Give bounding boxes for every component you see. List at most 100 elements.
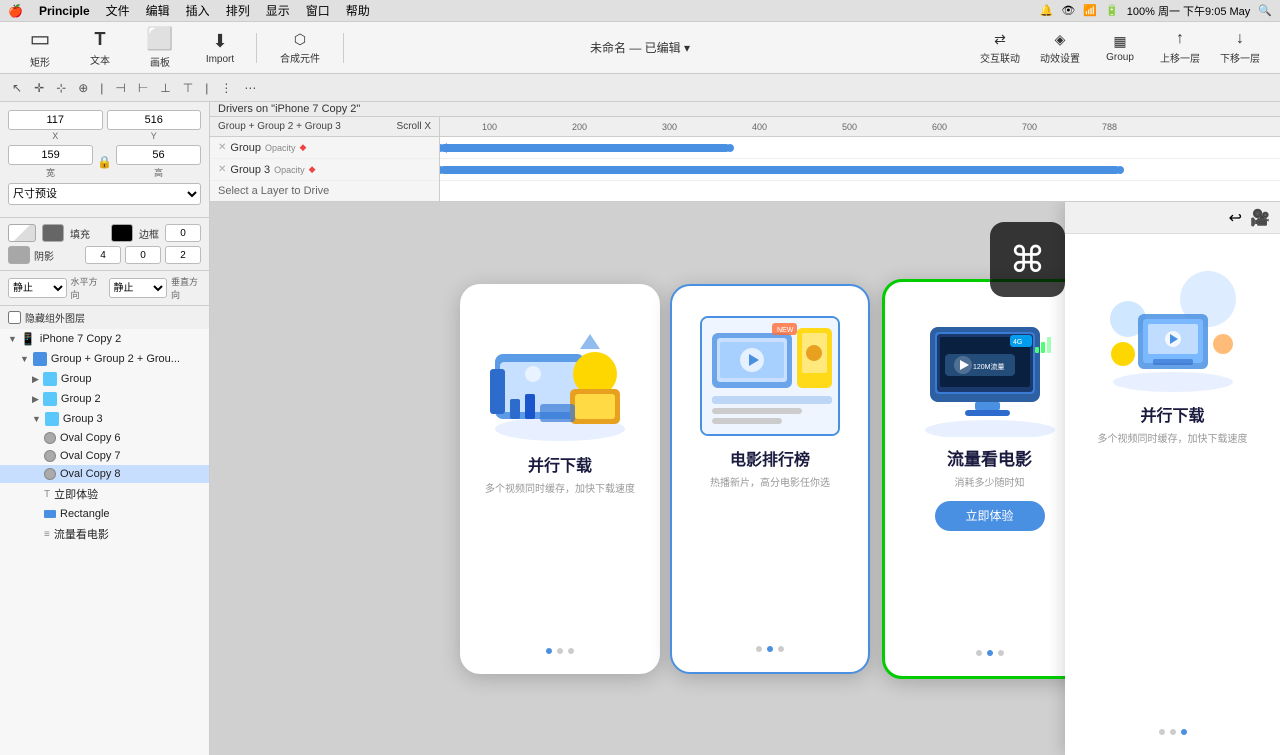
properties-section: X Y 宽 🔒 高 (0, 102, 209, 218)
dot1-2 (557, 648, 563, 654)
folder-icon-blue (33, 352, 47, 366)
layer-item-oval7[interactable]: Oval Copy 7 (0, 447, 209, 465)
align-section: 静止 水平方向 静止 垂直方向 (0, 271, 209, 306)
layer-item-oval8[interactable]: Oval Copy 8 (0, 465, 209, 483)
layer-item-rectangle[interactable]: Rectangle (0, 505, 209, 523)
menu-file[interactable]: 文件 (106, 2, 130, 19)
toolbar-rect[interactable]: ▭ 矩形 (12, 26, 68, 70)
media-swatch[interactable] (42, 224, 64, 242)
layer-item-group3[interactable]: ▼ Group 3 (0, 409, 209, 429)
float-undo-btn[interactable]: ↩ (1229, 208, 1242, 228)
subtool-align2[interactable]: ⊢ (134, 79, 152, 97)
timeline-left: Group + Group 2 + Group 3 Scroll X ✕ Gro… (210, 117, 440, 201)
dot2-1 (756, 646, 762, 652)
subtool-align4[interactable]: ⊤ (179, 79, 197, 97)
menu-display[interactable]: 显示 (266, 2, 290, 19)
expand-group2: ▶ (32, 394, 39, 405)
height-input[interactable] (116, 145, 201, 165)
subtool-anchor2[interactable]: ⊕ (74, 79, 92, 97)
card3-subtitle: 消耗多少随时知 (955, 474, 1025, 489)
size-preset-select[interactable]: 尺寸预设 (8, 183, 201, 205)
align-v-select[interactable]: 静止 (109, 278, 168, 298)
subtool-dist1[interactable]: ⋮ (216, 79, 236, 97)
border-label: 边框 (139, 226, 159, 241)
layer-item-liuliang[interactable]: ≡ 流量看电影 (0, 523, 209, 545)
subtool-move[interactable]: ✛ (30, 79, 48, 97)
track-group-name: Group (230, 142, 261, 154)
app-name[interactable]: Principle (39, 4, 90, 18)
toolbar-move-down[interactable]: ↓ 下移一层 (1212, 26, 1268, 70)
align-h-select[interactable]: 静止 (8, 278, 67, 298)
width-label: 宽 (46, 166, 55, 179)
toolbar-interaction[interactable]: ⇄ 交互联动 (972, 26, 1028, 70)
fill-swatch[interactable] (8, 224, 36, 242)
toolbar-animation[interactable]: ◈ 动效设置 (1032, 26, 1088, 70)
hide-group-label: 隐藏组外图层 (25, 310, 85, 325)
subtool-align1[interactable]: ⊣ (111, 79, 129, 97)
move-up-icon: ↑ (1176, 30, 1184, 48)
align-v-label: 垂直方向 (171, 275, 201, 301)
ruler-788: 788 (1100, 117, 1117, 136)
menu-help[interactable]: 帮助 (346, 2, 370, 19)
border-width-input[interactable] (165, 224, 201, 242)
lock-icon[interactable]: 🔒 (97, 155, 112, 169)
shadow-x-input[interactable] (125, 246, 161, 264)
timeline-group-label: Group + Group 2 + Group 3 (218, 121, 341, 132)
layer-label-iphone: iPhone 7 Copy 2 (40, 333, 121, 345)
shadow-swatch[interactable] (8, 246, 30, 264)
layer-item-group-all[interactable]: ▼ Group + Group 2 + Grou... (0, 349, 209, 369)
blur-input[interactable] (85, 246, 121, 264)
layer-label-group-all: Group + Group 2 + Grou... (51, 353, 180, 365)
subtool-select[interactable]: ↖ (8, 79, 26, 97)
layer-label-oval6: Oval Copy 6 (60, 432, 121, 444)
text-icon-lijitiyan: T (44, 489, 50, 500)
align-h-label: 水平方向 (71, 275, 101, 301)
track1-bar (440, 144, 730, 152)
toolbar-component[interactable]: ⬡ 合成元件 (265, 26, 335, 70)
subtool-anchor[interactable]: ⊹ (52, 79, 70, 97)
toolbar-sep1 (256, 33, 257, 63)
ruler-300: 300 (660, 117, 677, 136)
subtool-dist2[interactable]: ⋯ (240, 79, 260, 97)
layer-item-oval6[interactable]: Oval Copy 6 (0, 429, 209, 447)
x-input[interactable] (8, 110, 103, 130)
layer-item-iphone[interactable]: ▼ 📱 iPhone 7 Copy 2 (0, 329, 209, 349)
float-dot2 (1170, 729, 1176, 735)
timeline-right[interactable]: 100 200 300 400 500 600 700 788 (440, 117, 1280, 201)
toolbar-text[interactable]: T 文本 (72, 26, 128, 70)
card3-button[interactable]: 立即体验 (935, 501, 1045, 531)
dot2-active (767, 646, 773, 652)
menu-insert[interactable]: 插入 (186, 2, 210, 19)
apple-menu[interactable]: 🍎 (8, 4, 23, 18)
menu-edit[interactable]: 编辑 (146, 2, 170, 19)
toolbar-import[interactable]: ⬇ Import (192, 26, 248, 70)
subtool-align3[interactable]: ⊥ (156, 79, 174, 97)
width-input[interactable] (8, 145, 93, 165)
layer-item-lijitiyan[interactable]: T 立即体验 (0, 483, 209, 505)
float-dots (1159, 719, 1187, 735)
float-record-btn[interactable]: 🎥 (1250, 208, 1270, 228)
toolbar-artboard[interactable]: ⬜ 画板 (132, 26, 188, 70)
x-label: X (52, 131, 58, 141)
menu-arrange[interactable]: 排列 (226, 2, 250, 19)
y-input[interactable] (107, 110, 202, 130)
track-group3-name: Group 3 (230, 164, 270, 176)
iphone-icon: 📱 (21, 332, 36, 346)
y-field: Y (107, 110, 202, 141)
menu-window[interactable]: 窗口 (306, 2, 330, 19)
border-swatch[interactable] (111, 224, 133, 242)
hide-group-checkbox[interactable] (8, 311, 21, 324)
height-label: 高 (154, 166, 163, 179)
rect-icon-layer (44, 510, 56, 518)
layer-item-group1[interactable]: ▶ Group (0, 369, 209, 389)
close-group-track[interactable]: ✕ (218, 142, 226, 153)
center-area: Drivers on "iPhone 7 Copy 2" Group + Gro… (210, 102, 1280, 755)
text-icon-liuliang: ≡ (44, 529, 50, 540)
select-layer-text: Select a Layer to Drive (210, 181, 439, 201)
layer-item-group2[interactable]: ▶ Group 2 (0, 389, 209, 409)
shadow-y-input[interactable] (165, 246, 201, 264)
close-group3-track[interactable]: ✕ (218, 164, 226, 175)
svg-text:4G: 4G (1013, 339, 1022, 346)
toolbar-move-up[interactable]: ↑ 上移一层 (1152, 26, 1208, 70)
toolbar-group[interactable]: ▦ Group (1092, 26, 1148, 70)
